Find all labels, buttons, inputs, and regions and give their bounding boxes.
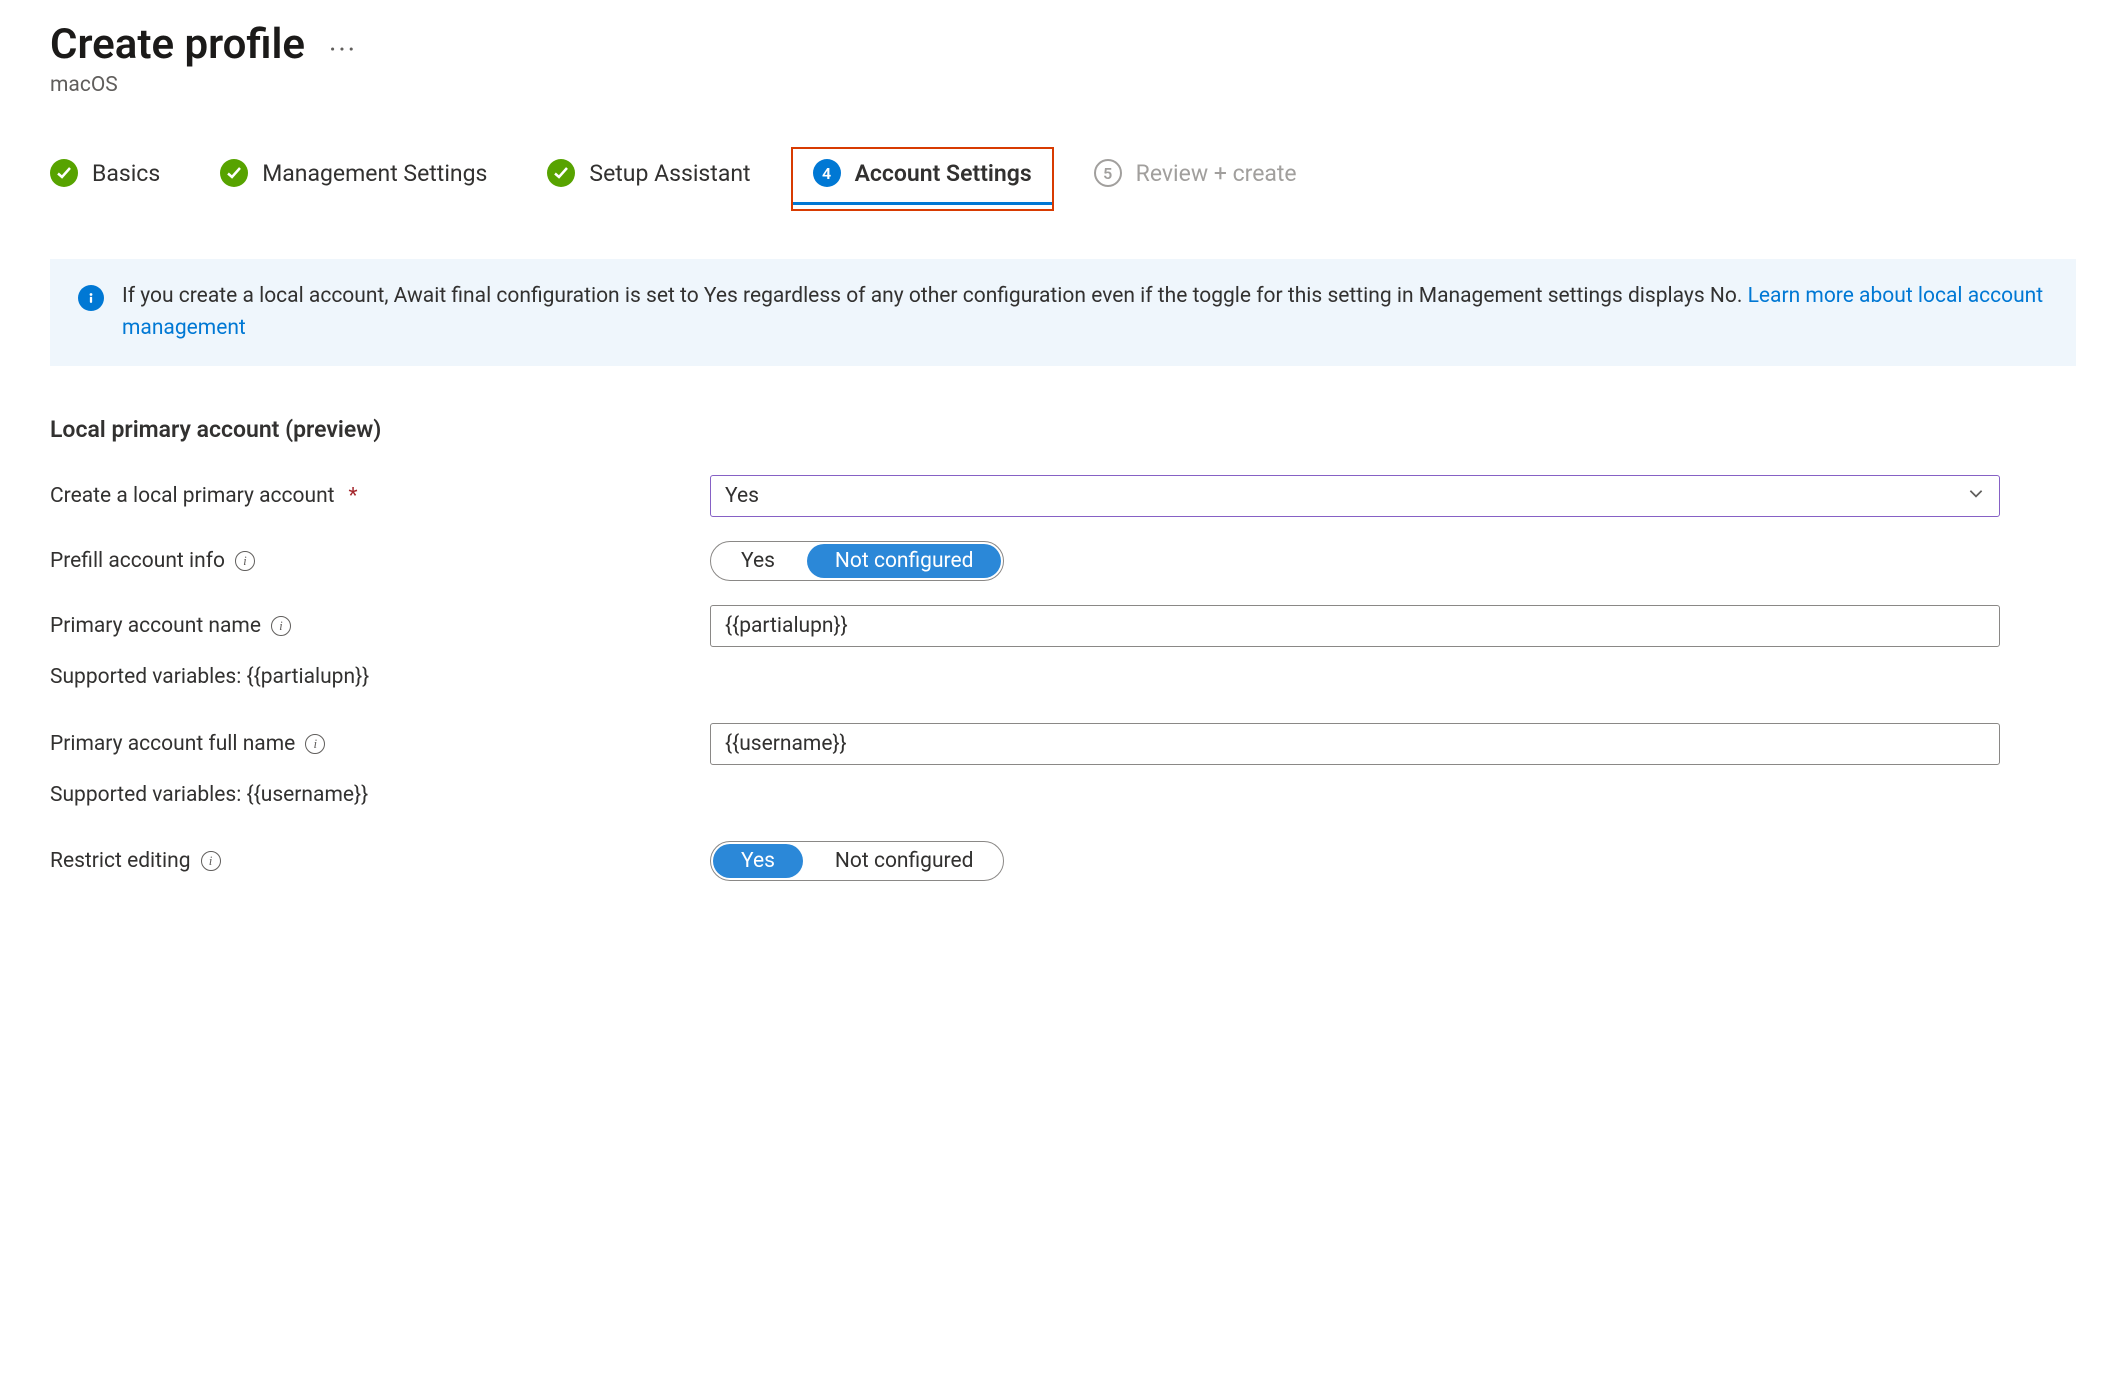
step-setup-assistant[interactable]: Setup Assistant bbox=[547, 159, 750, 187]
primary-name-input[interactable]: {{partialupn}} bbox=[710, 605, 2000, 647]
restrict-toggle[interactable]: Yes Not configured bbox=[710, 841, 1004, 881]
section-title: Local primary account (preview) bbox=[50, 416, 2076, 443]
step-label: Management Settings bbox=[262, 160, 487, 187]
step-account-settings[interactable]: 4 Account Settings bbox=[813, 159, 1032, 187]
step-label: Account Settings bbox=[855, 160, 1032, 187]
check-icon bbox=[547, 159, 575, 187]
info-text: If you create a local account, Await fin… bbox=[122, 281, 2048, 344]
check-icon bbox=[50, 159, 78, 187]
step-label: Basics bbox=[92, 160, 160, 187]
check-icon bbox=[220, 159, 248, 187]
info-tooltip-icon[interactable]: i bbox=[271, 616, 291, 636]
input-value: {{partialupn}} bbox=[725, 614, 848, 638]
info-tooltip-icon[interactable]: i bbox=[201, 851, 221, 871]
input-value: {{username}} bbox=[725, 732, 847, 756]
restrict-notconfigured-option[interactable]: Not configured bbox=[805, 842, 1004, 880]
restrict-label: Restrict editing bbox=[50, 849, 191, 873]
primary-name-label: Primary account name bbox=[50, 614, 261, 638]
page-subtitle: macOS bbox=[50, 73, 2076, 97]
step-label: Setup Assistant bbox=[589, 160, 750, 187]
restrict-yes-option[interactable]: Yes bbox=[713, 844, 803, 878]
more-actions-button[interactable]: ··· bbox=[329, 23, 357, 66]
step-number-icon: 5 bbox=[1094, 159, 1122, 187]
primary-name-hint: Supported variables: {{partialupn}} bbox=[50, 665, 2076, 689]
prefill-notconfigured-option[interactable]: Not configured bbox=[807, 544, 1002, 578]
prefill-label: Prefill account info bbox=[50, 549, 225, 573]
step-number-icon: 4 bbox=[813, 159, 841, 187]
step-basics[interactable]: Basics bbox=[50, 159, 160, 187]
info-banner: If you create a local account, Await fin… bbox=[50, 259, 2076, 366]
active-step-highlight: 4 Account Settings bbox=[791, 147, 1054, 211]
full-name-hint: Supported variables: {{username}} bbox=[50, 783, 2076, 807]
create-local-dropdown[interactable]: Yes bbox=[710, 475, 2000, 517]
full-name-input[interactable]: {{username}} bbox=[710, 723, 2000, 765]
step-label: Review + create bbox=[1136, 160, 1297, 187]
chevron-down-icon bbox=[1967, 484, 1985, 508]
info-tooltip-icon[interactable]: i bbox=[305, 734, 325, 754]
banner-message: If you create a local account, Await fin… bbox=[122, 284, 1748, 308]
dropdown-value: Yes bbox=[725, 484, 759, 508]
required-indicator: * bbox=[349, 484, 358, 508]
wizard-stepper: Basics Management Settings Setup Assista… bbox=[50, 157, 2076, 189]
prefill-yes-option[interactable]: Yes bbox=[711, 542, 805, 580]
prefill-toggle[interactable]: Yes Not configured bbox=[710, 541, 1004, 581]
page-title: Create profile bbox=[50, 20, 305, 69]
info-tooltip-icon[interactable]: i bbox=[235, 551, 255, 571]
step-review-create[interactable]: 5 Review + create bbox=[1094, 159, 1297, 187]
create-local-label: Create a local primary account bbox=[50, 484, 335, 508]
info-icon bbox=[78, 285, 104, 311]
step-management-settings[interactable]: Management Settings bbox=[220, 159, 487, 187]
full-name-label: Primary account full name bbox=[50, 732, 295, 756]
